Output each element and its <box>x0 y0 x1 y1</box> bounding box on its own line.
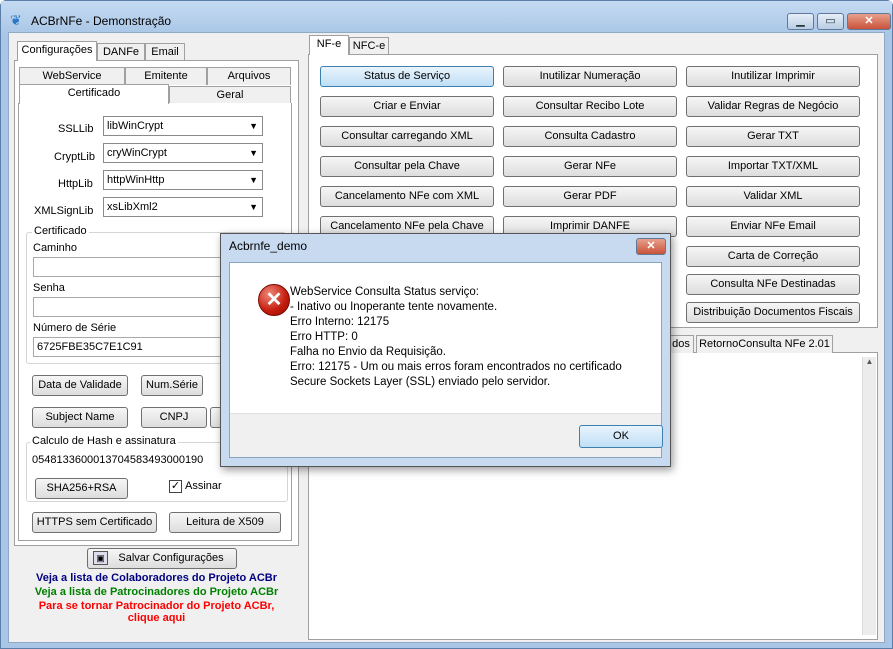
col2-button-0[interactable]: Inutilizar Numeração <box>503 66 677 87</box>
window-title: ACBrNFe - Demonstração <box>31 14 172 28</box>
tab-dos[interactable]: dos <box>668 335 694 353</box>
col2-button-3[interactable]: Gerar NFe <box>503 156 677 177</box>
floppy-icon: ▣ <box>93 551 108 565</box>
num-serie-button[interactable]: Num.Série <box>141 375 203 396</box>
subtab-geral[interactable]: Geral <box>169 86 291 104</box>
xmlsignlib-value: xsLibXml2 <box>107 201 158 213</box>
dialog-message: WebService Consulta Status serviço: - In… <box>290 286 622 388</box>
col3-button-7[interactable]: Consulta NFe Destinadas <box>686 274 860 295</box>
httplib-select[interactable]: httpWinHttp ▼ <box>103 170 263 190</box>
httplib-label: HttpLib <box>58 178 93 190</box>
dialog-title: Acbrnfe_demo <box>229 239 308 253</box>
x509-button[interactable]: Leitura de X509 <box>169 512 281 533</box>
subtab-emitente[interactable]: Emitente <box>125 67 207 85</box>
chevron-down-icon: ▼ <box>249 148 258 158</box>
col3-button-3[interactable]: Importar TXT/XML <box>686 156 860 177</box>
caminho-label: Caminho <box>33 242 78 254</box>
patrocinador-link[interactable]: Para se tornar Patrocinador do Projeto A… <box>14 600 299 612</box>
col1-button-2[interactable]: Consultar carregando XML <box>320 126 494 147</box>
dialog-body: ✕ WebService Consulta Status serviço: - … <box>229 262 663 458</box>
arrow-up-icon: ▲ <box>865 357 874 366</box>
col3-button-6[interactable]: Carta de Correção <box>686 246 860 267</box>
tab-nfe[interactable]: NF-e <box>309 35 349 55</box>
save-config-button[interactable]: Salvar Configurações <box>87 548 237 569</box>
assinar-label: Assinar <box>185 480 222 492</box>
tab-configuracoes[interactable]: Configurações <box>17 41 97 61</box>
app-icon: ❦ <box>10 12 22 28</box>
col3-button-0[interactable]: Inutilizar Imprimir <box>686 66 860 87</box>
https-button[interactable]: HTTPS sem Certificado <box>32 512 157 533</box>
caminho-input[interactable] <box>33 257 223 277</box>
senha-label: Senha <box>33 282 65 294</box>
cryptlib-select[interactable]: cryWinCrypt ▼ <box>103 143 263 163</box>
subtab-arquivos[interactable]: Arquivos <box>207 67 291 85</box>
httplib-value: httpWinHttp <box>107 174 165 186</box>
ok-button[interactable]: OK <box>579 425 663 448</box>
col3-button-1[interactable]: Validar Regras de Negócio <box>686 96 860 117</box>
subtab-webservice[interactable]: WebService <box>19 67 125 85</box>
title-bar[interactable]: ❦ ACBrNFe - Demonstração ▁ ▭ ✕ <box>1 1 892 35</box>
tab-retorno-consulta[interactable]: RetornoConsulta NFe 2.01 <box>696 335 833 353</box>
xmlsignlib-label: XMLSignLib <box>34 205 94 217</box>
ssllib-value: libWinCrypt <box>107 120 164 132</box>
serie-label: Número de Série <box>33 322 117 334</box>
patrocinadores-link[interactable]: Veja a lista de Patrocinadores do Projet… <box>14 586 299 598</box>
links-area: Veja a lista de Colaboradores do Projeto… <box>14 572 299 632</box>
assinar-checkbox[interactable]: ✓ <box>169 480 182 493</box>
close-button[interactable]: ✕ <box>847 13 891 30</box>
output-scrollbar[interactable]: ▲ <box>862 357 876 635</box>
subtab-certificado[interactable]: Certificado <box>19 84 169 104</box>
maximize-button[interactable]: ▭ <box>817 13 844 30</box>
col3-button-2[interactable]: Gerar TXT <box>686 126 860 147</box>
tab-nfce[interactable]: NFC-e <box>349 37 389 55</box>
ssllib-select[interactable]: libWinCrypt ▼ <box>103 116 263 136</box>
col2-button-4[interactable]: Gerar PDF <box>503 186 677 207</box>
error-icon: ✕ <box>258 284 290 316</box>
certificado-group-title: Certificado <box>32 225 89 237</box>
col1-button-1[interactable]: Criar e Enviar <box>320 96 494 117</box>
col3-button-5[interactable]: Enviar NFe Email <box>686 216 860 237</box>
ssllib-label: SSLLib <box>58 123 94 135</box>
tab-danfe[interactable]: DANFe <box>97 43 145 61</box>
hash-input[interactable]: 05481336000137045834930001​90 <box>28 450 222 470</box>
cryptlib-label: CryptLib <box>54 151 95 163</box>
sha256-button[interactable]: SHA256+RSA <box>35 478 128 499</box>
cryptlib-value: cryWinCrypt <box>107 147 167 159</box>
senha-input[interactable] <box>33 297 223 317</box>
col2-button-2[interactable]: Consulta Cadastro <box>503 126 677 147</box>
col1-button-0[interactable]: Status de Serviço <box>320 66 494 87</box>
save-label: Salvar Configurações <box>118 552 224 564</box>
dialog-footer: OK <box>230 413 663 457</box>
cnpj-button[interactable]: CNPJ <box>141 407 207 428</box>
col3-button-8[interactable]: Distribuição Documentos Fiscais <box>686 302 860 323</box>
colaboradores-link[interactable]: Veja a lista de Colaboradores do Projeto… <box>14 572 299 584</box>
col1-button-4[interactable]: Cancelamento NFe com XML <box>320 186 494 207</box>
tab-email[interactable]: Email <box>145 43 185 61</box>
serie-input[interactable]: 6725FBE35C7E1C91 <box>33 337 223 357</box>
clique-aqui-link[interactable]: clique aqui <box>14 612 299 624</box>
col2-button-1[interactable]: Consultar Recibo Lote <box>503 96 677 117</box>
col3-button-4[interactable]: Validar XML <box>686 186 860 207</box>
chevron-down-icon: ▼ <box>249 121 258 131</box>
error-dialog: Acbrnfe_demo ✕ ✕ WebService Consulta Sta… <box>220 233 671 467</box>
hash-group-title: Calculo de Hash e assinatura <box>30 435 178 447</box>
subject-name-button[interactable]: Subject Name <box>32 407 128 428</box>
chevron-down-icon: ▼ <box>249 175 258 185</box>
dialog-close-button[interactable]: ✕ <box>636 238 666 255</box>
minimize-button[interactable]: ▁ <box>787 13 814 30</box>
xmlsignlib-select[interactable]: xsLibXml2 ▼ <box>103 197 263 217</box>
col1-button-3[interactable]: Consultar pela Chave <box>320 156 494 177</box>
data-validade-button[interactable]: Data de Validade <box>32 375 128 396</box>
chevron-down-icon: ▼ <box>249 202 258 212</box>
